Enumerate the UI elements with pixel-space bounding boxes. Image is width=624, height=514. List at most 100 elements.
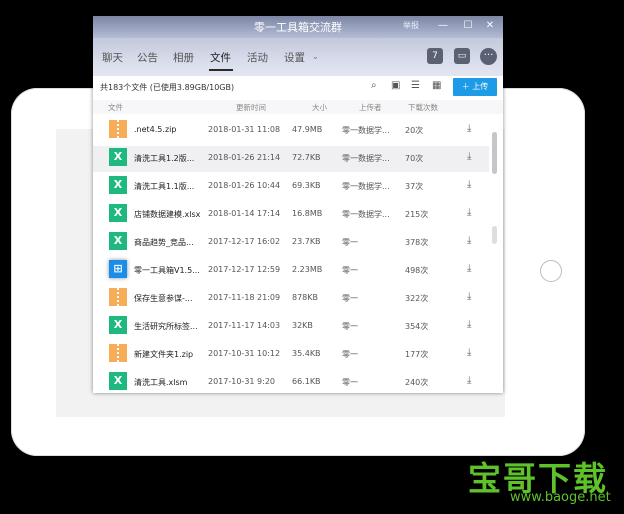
file-row[interactable]: 保存生意参谋-... 2017-11-18 21:09 878KB 零一 322… (93, 286, 489, 312)
zip-file-icon (109, 344, 127, 362)
upload-button[interactable]: ＋ 上传 (453, 78, 497, 96)
download-icon[interactable]: ⤓ (467, 375, 471, 386)
download-icon[interactable]: ⤓ (467, 319, 471, 330)
file-downloads: 70次 (405, 154, 424, 163)
file-size: 32KB (292, 321, 313, 330)
file-size: 23.7KB (292, 237, 321, 246)
file-name: 零一工具箱V1.5... (134, 266, 200, 275)
file-downloads: 378次 (405, 238, 429, 247)
excel-file-icon: X (109, 372, 127, 390)
tab-settings[interactable]: 设置 (284, 50, 305, 65)
col-uploader[interactable]: 上传者 (359, 102, 382, 113)
file-count: 共183个文件 (已使用3.89GB/10GB) (100, 83, 235, 92)
column-header: 文件 更新时间 大小 上传者 下载次数 (93, 100, 503, 114)
file-row[interactable]: X 清洗工具.xlsm 2017-10-31 9:20 66.1KB 零一 24… (93, 370, 489, 393)
file-uploader: 零一数据学... (342, 126, 390, 135)
plus-icon: ＋ (461, 82, 473, 91)
scrollbar-track-marker (492, 226, 497, 244)
file-time: 2017-10-31 10:12 (208, 349, 281, 358)
tab-album[interactable]: 相册 (173, 50, 194, 65)
title-bar[interactable]: 零一工具箱交流群 举报 — ☐ ✕ (93, 16, 503, 38)
file-downloads: 354次 (405, 322, 429, 331)
download-icon[interactable]: ⤓ (467, 123, 471, 134)
archive-icon[interactable]: ▣ (391, 80, 400, 91)
chevron-down-icon[interactable]: ⌄ (312, 52, 319, 61)
file-list: .net4.5.zip 2018-01-31 11:08 47.9MB 零一数据… (93, 114, 503, 393)
file-name: .net4.5.zip (134, 125, 177, 134)
download-icon[interactable]: ⤓ (467, 207, 471, 218)
file-time: 2017-11-17 14:03 (208, 321, 281, 330)
active-tab-indicator (209, 69, 233, 71)
download-icon[interactable]: ⤓ (467, 291, 471, 302)
file-size: 16.8MB (292, 209, 323, 218)
download-icon[interactable]: ⤓ (467, 235, 471, 246)
list-view-icon[interactable]: ☰ (411, 80, 420, 91)
file-downloads: 215次 (405, 210, 429, 219)
file-uploader: 零一 (342, 378, 358, 387)
file-size: 47.9MB (292, 125, 323, 134)
file-row[interactable]: X 清洗工具1.1版... 2018-01-26 10:44 69.3KB 零一… (93, 174, 489, 200)
tab-files[interactable]: 文件 (210, 50, 231, 65)
excel-file-icon: X (109, 204, 127, 222)
col-downloads[interactable]: 下载次数 (408, 102, 438, 113)
vertical-scrollbar[interactable] (490, 114, 499, 393)
file-row[interactable]: X 商品趋势_竞品... 2017-12-17 16:02 23.7KB 零一 … (93, 230, 489, 256)
file-row[interactable]: X 店铺数据建模.xlsx 2018-01-14 17:14 16.8MB 零一… (93, 202, 489, 228)
tab-activities[interactable]: 活动 (247, 50, 268, 65)
file-time: 2018-01-14 17:14 (208, 209, 281, 218)
file-row[interactable]: X 清洗工具1.2版... 2018-01-26 21:14 72.7KB 零一… (93, 146, 489, 172)
file-uploader: 零一 (342, 294, 358, 303)
file-size: 69.3KB (292, 181, 321, 190)
group-files-window: 零一工具箱交流群 举报 — ☐ ✕ 聊天 公告 相册 文件 活动 设置 ⌄ 7 … (93, 16, 503, 393)
col-size[interactable]: 大小 (312, 102, 327, 113)
excel-file-icon: X (109, 148, 127, 166)
file-row[interactable]: .net4.5.zip 2018-01-31 11:08 47.9MB 零一数据… (93, 118, 489, 144)
file-size: 72.7KB (292, 153, 321, 162)
file-uploader: 零一数据学... (342, 154, 390, 163)
file-row[interactable]: 新建文件夹1.zip 2017-10-31 10:12 35.4KB 零一 17… (93, 342, 489, 368)
excel-file-icon: X (109, 316, 127, 334)
file-size: 2.23MB (292, 265, 323, 274)
file-downloads: 240次 (405, 378, 429, 387)
file-downloads: 177次 (405, 350, 429, 359)
grid-view-icon[interactable]: ▦ (432, 80, 441, 91)
file-row[interactable]: X 生活研究所标签... 2017-11-17 14:03 32KB 零一 35… (93, 314, 489, 340)
file-downloads: 322次 (405, 294, 429, 303)
calendar-icon[interactable]: 7 (427, 48, 443, 64)
minimize-button[interactable]: — (436, 18, 450, 34)
download-icon[interactable]: ⤓ (467, 151, 471, 162)
excel-file-icon: X (109, 232, 127, 250)
maximize-button[interactable]: ☐ (461, 18, 475, 34)
tab-chat[interactable]: 聊天 (102, 50, 123, 65)
zip-file-icon (109, 288, 127, 306)
col-file[interactable]: 文件 (108, 102, 123, 113)
report-link[interactable]: 举报 (403, 20, 419, 31)
download-icon[interactable]: ⤓ (467, 179, 471, 190)
file-name: 商品趋势_竞品... (134, 238, 194, 247)
file-time: 2017-12-17 12:59 (208, 265, 281, 274)
file-name: 清洗工具.xlsm (134, 378, 188, 387)
file-downloads: 37次 (405, 182, 424, 191)
close-button[interactable]: ✕ (483, 18, 497, 34)
download-icon[interactable]: ⤓ (467, 347, 471, 358)
col-update-time[interactable]: 更新时间 (236, 102, 266, 113)
file-name: 清洗工具1.1版... (134, 182, 195, 191)
search-icon[interactable]: ⌕ (371, 80, 377, 91)
scrollbar-thumb[interactable] (492, 132, 497, 174)
zip-file-icon (109, 120, 127, 138)
more-icon[interactable]: ··· (480, 48, 497, 65)
file-time: 2018-01-26 10:44 (208, 181, 281, 190)
tablet-home-button (540, 260, 562, 282)
file-name: 保存生意参谋-... (134, 294, 193, 303)
upload-label: 上传 (472, 82, 489, 91)
file-row[interactable]: ⊞ 零一工具箱V1.5... 2017-12-17 12:59 2.23MB 零… (93, 258, 489, 284)
folder-icon[interactable]: ▭ (454, 48, 470, 64)
file-name: 新建文件夹1.zip (134, 350, 194, 359)
file-size: 35.4KB (292, 349, 321, 358)
baoge-url: www.baoge.net (510, 490, 611, 505)
tab-announcements[interactable]: 公告 (137, 50, 158, 65)
file-time: 2018-01-26 21:14 (208, 153, 281, 162)
file-uploader: 零一数据学... (342, 210, 390, 219)
file-time: 2018-01-31 11:08 (208, 125, 281, 134)
download-icon[interactable]: ⤓ (467, 263, 471, 274)
